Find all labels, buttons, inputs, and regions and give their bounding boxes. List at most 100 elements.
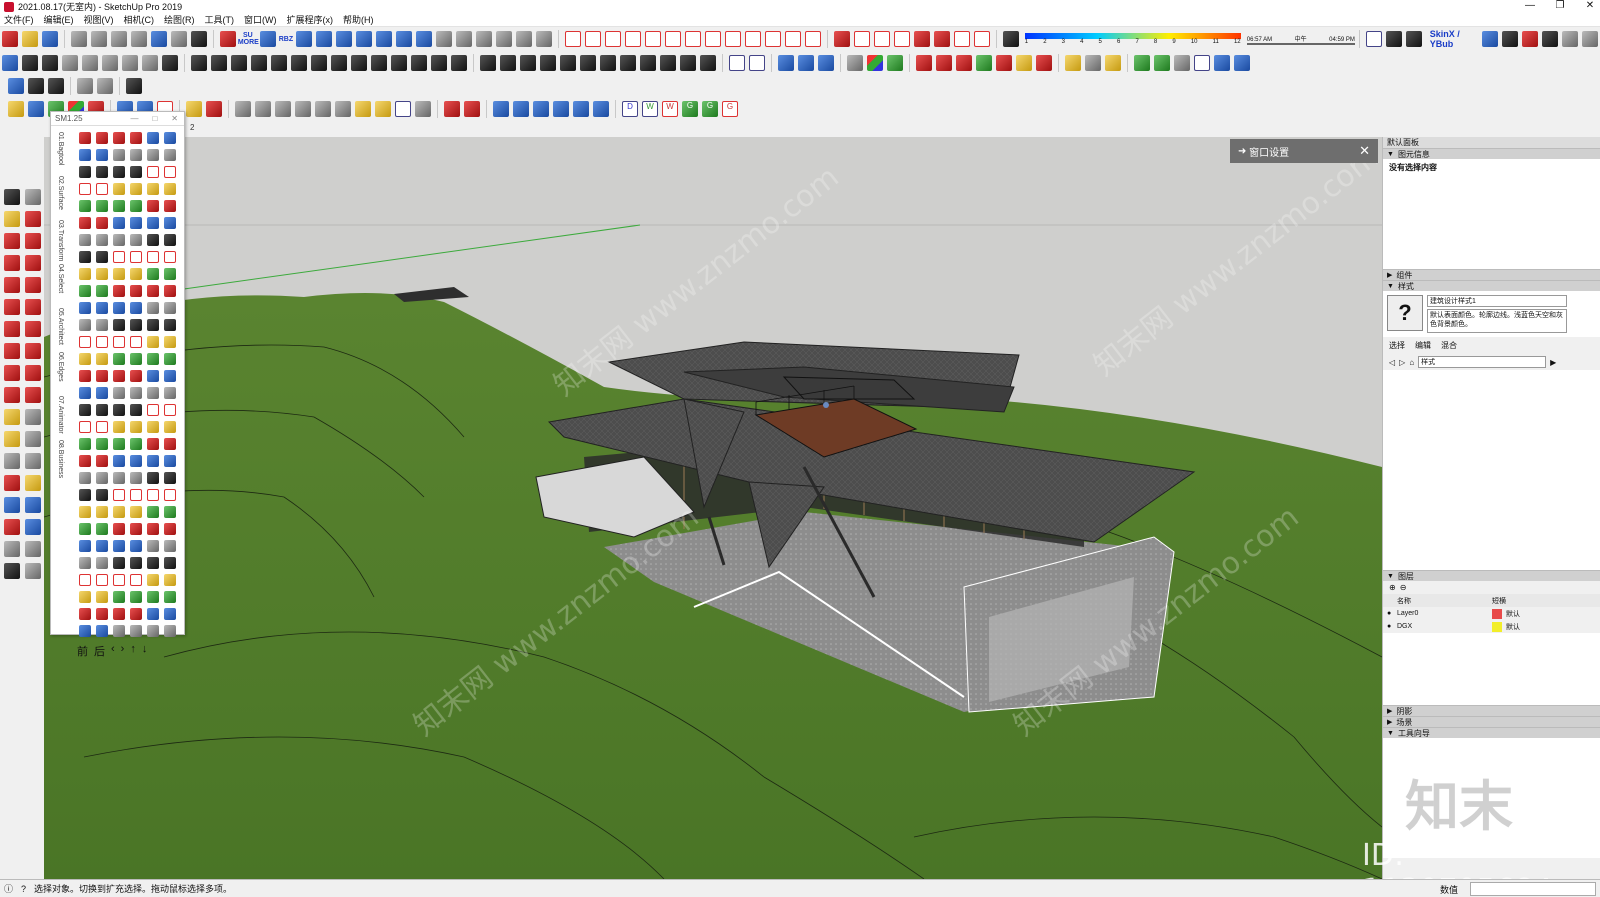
sm-tool-icon[interactable] <box>96 234 108 246</box>
forward-icon[interactable]: ▷ <box>1399 358 1405 367</box>
sm-tool-icon[interactable] <box>96 608 108 620</box>
sm-tool-icon[interactable] <box>164 319 176 331</box>
sm-tool-icon[interactable] <box>79 132 91 144</box>
menu-file[interactable]: 文件(F) <box>4 13 34 26</box>
sm-tool-icon[interactable] <box>130 506 142 518</box>
solid-subtract-icon[interactable] <box>513 101 529 117</box>
layers-stack-icon[interactable] <box>411 55 427 71</box>
arc-left-icon[interactable] <box>4 299 20 315</box>
sm-tool-icon[interactable] <box>79 404 91 416</box>
sm-tool-icon[interactable] <box>79 353 91 365</box>
look-around-icon[interactable] <box>25 541 41 557</box>
ellipse-icon[interactable] <box>255 101 271 117</box>
sm-tool-icon[interactable] <box>113 302 125 314</box>
solid-outer-icon[interactable] <box>593 101 609 117</box>
solid-split-icon[interactable] <box>573 101 589 117</box>
sm-tool-icon[interactable] <box>79 557 91 569</box>
sm-tool-icon[interactable] <box>96 149 108 161</box>
sm-tool-icon[interactable] <box>147 472 159 484</box>
gear-blue-icon[interactable] <box>296 31 313 47</box>
back-icon[interactable]: ◁ <box>1389 358 1395 367</box>
polygon-icon[interactable] <box>25 277 41 293</box>
solid-intersect-icon[interactable] <box>533 101 549 117</box>
sm-tool-icon[interactable] <box>164 591 176 603</box>
paint-bucket-icon[interactable] <box>4 211 20 227</box>
extend-icon[interactable] <box>444 101 460 117</box>
fence-icon[interactable] <box>142 55 158 71</box>
sm-tool-icon[interactable] <box>164 523 176 535</box>
3d-text-icon[interactable] <box>25 453 41 469</box>
scale-tool-icon[interactable] <box>4 387 20 403</box>
sm-tool-icon[interactable] <box>130 336 142 348</box>
info-icon[interactable]: ⓘ <box>4 882 13 895</box>
pie-icon[interactable] <box>25 321 41 337</box>
sm-minimize-button[interactable]: — <box>130 114 138 123</box>
solid-box-icon[interactable] <box>564 31 581 47</box>
sm-tool-icon[interactable] <box>96 183 108 195</box>
sm-tool-icon[interactable] <box>147 285 159 297</box>
scenes-header[interactable]: ▶ 场景 <box>1383 716 1600 727</box>
sm-tab-select[interactable]: 04.Select <box>57 264 64 308</box>
cut-icon[interactable] <box>70 31 87 47</box>
sm-tool-icon[interactable] <box>113 438 125 450</box>
menu-help[interactable]: 帮助(H) <box>343 13 374 26</box>
sm-tool-icon[interactable] <box>130 370 142 382</box>
solid-union-icon[interactable] <box>493 101 509 117</box>
column-icon[interactable] <box>122 55 138 71</box>
rbz-button[interactable]: RBZ <box>278 36 294 43</box>
sm-tool-icon[interactable] <box>113 268 125 280</box>
sm-tool-icon[interactable] <box>130 421 142 433</box>
sm-tab-architect[interactable]: 05.Architect <box>57 308 64 352</box>
tab-mix[interactable]: 混合 <box>1441 340 1457 351</box>
bracket-icon[interactable] <box>973 31 990 47</box>
circle-logo-icon[interactable] <box>749 55 765 71</box>
dimension-icon[interactable] <box>25 409 41 425</box>
sm-tool-icon[interactable] <box>96 574 108 586</box>
details-arrow-icon[interactable]: ▶ <box>1550 358 1556 367</box>
cube-gray-icon[interactable] <box>1085 55 1101 71</box>
sm-tool-icon[interactable] <box>130 319 142 331</box>
menu-window[interactable]: 窗口(W) <box>244 13 277 26</box>
sketchup-extension-icon[interactable] <box>219 31 236 47</box>
layer-row[interactable]: ● Layer0 默认 <box>1383 607 1600 620</box>
parallelogram-icon[interactable] <box>315 101 331 117</box>
waypoint-icon[interactable] <box>77 78 93 94</box>
walk-icon[interactable] <box>4 563 20 579</box>
sm-tool-icon[interactable] <box>96 302 108 314</box>
sm-tool-icon[interactable] <box>130 217 142 229</box>
tube-icon[interactable] <box>704 31 721 47</box>
twist-icon[interactable] <box>311 55 327 71</box>
rotate-icon[interactable] <box>4 365 20 381</box>
sm-tool-icon[interactable] <box>164 302 176 314</box>
distribute-icon[interactable] <box>211 55 227 71</box>
sm-tool-icon[interactable] <box>79 608 91 620</box>
sm-tool-icon[interactable] <box>164 608 176 620</box>
sphere-icon[interactable] <box>664 31 681 47</box>
g-zoom-button[interactable]: G <box>702 101 718 117</box>
axes-tool-icon[interactable] <box>4 453 20 469</box>
sm-tool-icon[interactable] <box>113 370 125 382</box>
sm-tool-icon[interactable] <box>164 489 176 501</box>
arc-3pt-icon[interactable] <box>4 321 20 337</box>
sm-tool-icon[interactable] <box>147 608 159 620</box>
shadows-header[interactable]: ▶ 阴影 <box>1383 705 1600 716</box>
sm-tool-icon[interactable] <box>147 506 159 518</box>
sm-tool-icon[interactable] <box>113 574 125 586</box>
sm-tool-icon[interactable] <box>130 200 142 212</box>
terrain-yellow-icon[interactable] <box>1016 55 1032 71</box>
house-outline-icon[interactable] <box>62 55 78 71</box>
push-pull-icon[interactable] <box>25 343 41 359</box>
g-red-button[interactable]: G <box>722 101 738 117</box>
sm-tool-icon[interactable] <box>164 387 176 399</box>
sm-tool-icon[interactable] <box>113 149 125 161</box>
sm-tool-icon[interactable] <box>147 574 159 586</box>
close-icon[interactable]: ✕ <box>1359 143 1370 159</box>
window-settings-tab[interactable]: ➜ 窗口设置 ✕ <box>1230 139 1378 163</box>
sm-tool-icon[interactable] <box>164 472 176 484</box>
dots-icon[interactable] <box>640 55 656 71</box>
sm-tool-icon[interactable] <box>130 557 142 569</box>
print-icon[interactable] <box>190 31 207 47</box>
sm-tool-icon[interactable] <box>164 149 176 161</box>
pyramid-icon[interactable] <box>620 55 636 71</box>
sm-tool-icon[interactable] <box>147 421 159 433</box>
